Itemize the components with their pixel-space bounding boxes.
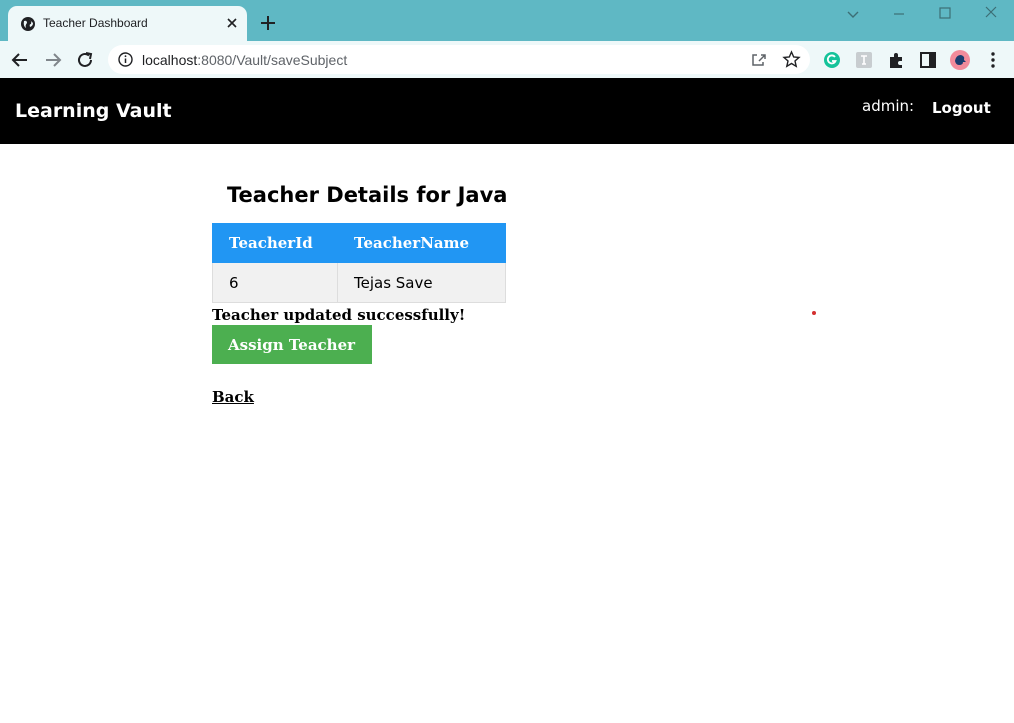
browser-tab[interactable]: Teacher Dashboard [8, 6, 247, 41]
table-header-row: TeacherId TeacherName [212, 223, 506, 263]
page-title: Teacher Details for Java [227, 183, 508, 207]
grammarly-icon[interactable] [822, 50, 842, 70]
tab-search-chevron-icon[interactable] [841, 4, 865, 24]
brand-title[interactable]: Learning Vault [15, 100, 172, 122]
user-label: admin: [862, 97, 915, 115]
page-viewport: Learning Vault admin: Logout Teacher Det… [0, 78, 1014, 723]
logout-link[interactable]: Logout [932, 99, 991, 117]
profile-avatar-icon[interactable] [949, 49, 971, 71]
top-navbar: Learning Vault admin: Logout [0, 78, 1014, 144]
back-link[interactable]: Back [212, 388, 254, 406]
bookmark-star-icon[interactable] [782, 50, 801, 69]
translate-extension-icon[interactable] [854, 50, 874, 70]
maximize-icon[interactable] [933, 4, 957, 24]
url-text: localhost:8080/Vault/saveSubject [142, 52, 347, 68]
teacher-details-table: TeacherId TeacherName 6 Tejas Save [212, 223, 506, 303]
column-header-teacher-id: TeacherId [212, 223, 338, 263]
url-host: localhost [142, 52, 198, 68]
url-path: :8080/Vault/saveSubject [197, 52, 348, 68]
globe-icon [21, 17, 35, 31]
success-message: Teacher updated successfully! [212, 306, 466, 324]
cell-teacher-name: Tejas Save [337, 262, 506, 303]
tab-title: Teacher Dashboard [43, 16, 148, 30]
forward-arrow-icon[interactable] [42, 49, 64, 71]
puzzle-extensions-icon[interactable] [886, 50, 906, 70]
cell-teacher-id: 6 [212, 262, 338, 303]
table-row: 6 Tejas Save [212, 262, 506, 303]
share-icon[interactable] [750, 50, 769, 69]
more-menu-icon[interactable] [983, 50, 1003, 70]
minimize-icon[interactable] [887, 4, 911, 24]
new-tab-icon[interactable] [258, 13, 278, 33]
address-bar[interactable]: localhost:8080/Vault/saveSubject [108, 45, 810, 74]
browser-tab-strip: Teacher Dashboard [0, 0, 1014, 41]
back-arrow-icon[interactable] [9, 49, 31, 71]
close-window-icon[interactable] [979, 4, 1003, 24]
assign-teacher-button[interactable]: Assign Teacher [212, 325, 372, 364]
browser-toolbar: localhost:8080/Vault/saveSubject [0, 41, 1014, 78]
reload-icon[interactable] [74, 49, 96, 71]
site-info-icon[interactable] [117, 51, 134, 68]
close-tab-icon[interactable] [224, 15, 240, 31]
stray-dot [812, 311, 816, 315]
side-panel-icon[interactable] [918, 50, 938, 70]
column-header-teacher-name: TeacherName [337, 223, 506, 263]
